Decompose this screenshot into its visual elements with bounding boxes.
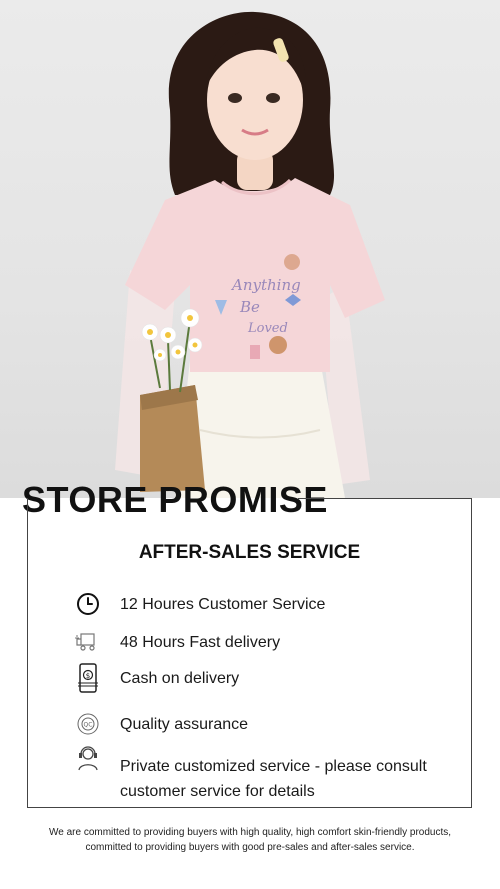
service-item-cash-on-delivery: $ Cash on delivery — [74, 663, 240, 693]
delivery-truck-icon — [74, 628, 102, 656]
service-item-label: 48 Hours Fast delivery — [120, 633, 281, 651]
after-sales-heading: AFTER-SALES SERVICE — [138, 542, 361, 563]
service-item-label: 12 Houres Customer Service — [120, 595, 326, 613]
customer-service-agent-icon — [74, 744, 102, 772]
svg-text:Be: Be — [239, 298, 260, 316]
service-item-label: Private customized service - please cons… — [120, 758, 427, 800]
commitment-note: We are committed to providing buyers wit… — [30, 825, 470, 855]
service-item-quality-assurance: QC Quality assurance — [74, 710, 248, 738]
quality-seal-icon: QC — [74, 710, 102, 738]
service-item-label: Quality assurance — [120, 715, 249, 733]
svg-text:QC: QC — [84, 722, 93, 729]
svg-text:Loved: Loved — [247, 321, 288, 336]
service-item-label: Cash on delivery — [120, 669, 240, 687]
clock-icon — [74, 590, 102, 618]
product-photo: Anything Be Loved — [0, 0, 500, 498]
after-sales-service-panel: AFTER-SALES SERVICE 12 Houres Customer S… — [27, 498, 472, 808]
svg-text:Anything: Anything — [230, 276, 301, 294]
cash-phone-icon: $ — [74, 663, 102, 693]
service-item-fast-delivery: 48 Hours Fast delivery — [74, 628, 280, 656]
service-item-customized-service: Private customized service - please cons… — [74, 744, 440, 804]
commitment-note-line-2: committed to providing buyers with good … — [85, 842, 415, 853]
service-item-customer-service-hours: 12 Houres Customer Service — [74, 590, 325, 618]
commitment-note-line-1: We are committed to providing buyers wit… — [48, 827, 452, 838]
svg-text:$: $ — [86, 672, 90, 680]
girl-in-pink-tshirt-image: Anything Be Loved — [115, 11, 385, 498]
